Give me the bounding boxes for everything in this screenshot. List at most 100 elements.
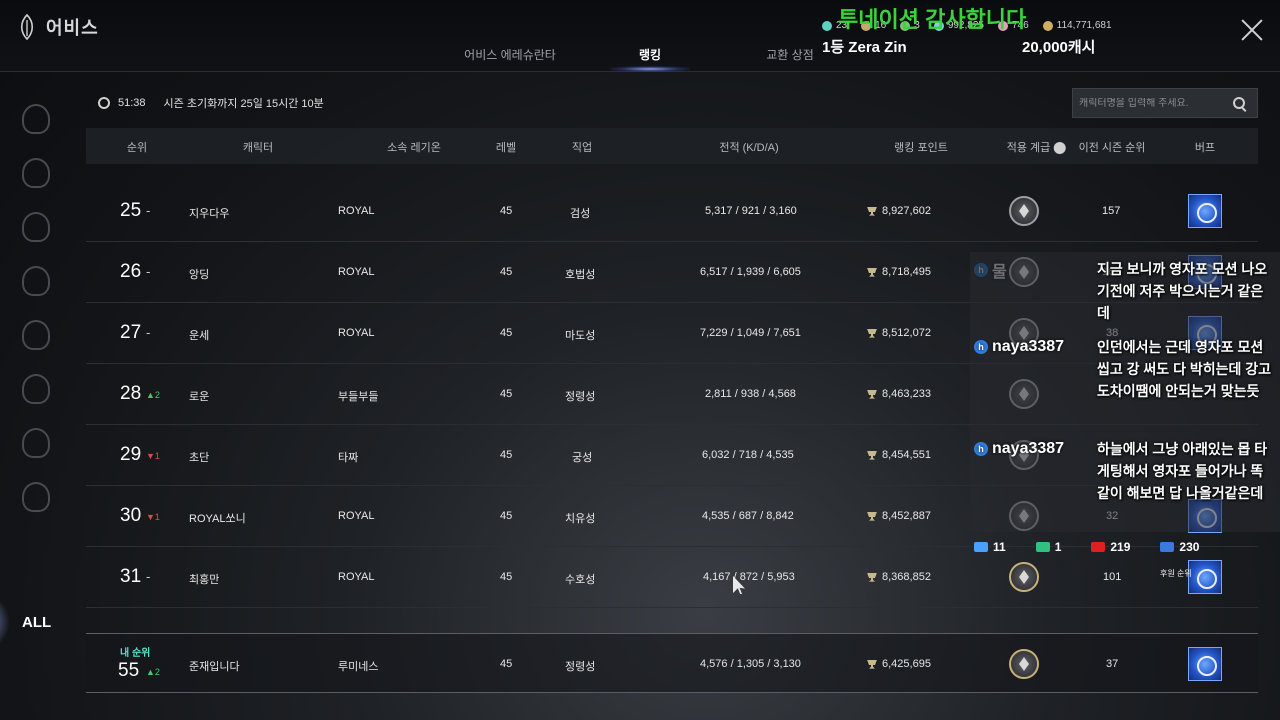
row-legion: ROYAL (338, 205, 375, 217)
row-level: 45 (500, 571, 513, 583)
row-name: 지우다우 (189, 208, 230, 220)
sidebar-category-3-icon[interactable] (22, 212, 50, 242)
my-rank-label: 내 순위 (120, 648, 151, 659)
tier-badge-icon (1009, 649, 1039, 679)
row-rank-change: ▼1 (146, 512, 160, 522)
abyss-logo-icon (20, 14, 34, 40)
row-level: 45 (500, 327, 513, 339)
tier-badge-icon (1009, 562, 1039, 592)
tab-ranking[interactable]: 랭킹 (580, 46, 720, 72)
infinity-icon (974, 542, 988, 552)
row-name: 운세 (189, 330, 210, 342)
col-buff: 버프 (1194, 142, 1216, 154)
trophy-icon (867, 511, 877, 521)
col-level: 레벨 (495, 142, 517, 154)
col-legion: 소속 레기온 (387, 142, 441, 154)
my-kda: 4,576 / 1,305 / 3,130 (700, 658, 801, 670)
row-rank-change: - (146, 264, 151, 279)
row-rank: 25 (120, 200, 142, 221)
sidebar-category-1-icon[interactable] (22, 104, 50, 134)
my-points: 6,425,695 (867, 658, 931, 670)
row-rank: 30 (120, 505, 142, 526)
row-rank-change: ▲2 (146, 390, 160, 400)
my-rank-change: ▲2 (146, 667, 160, 677)
table-row[interactable]: 25 - 지우다우 ROYAL 45 검성 5,317 / 921 / 3,16… (86, 181, 1258, 242)
row-kda: 6,032 / 718 / 4,535 (702, 449, 794, 461)
tier-badge-icon (1009, 196, 1039, 226)
col-prev-rank: 이전 시즌 순위 (1078, 142, 1146, 154)
row-name: ROYAL쏘니 (189, 513, 246, 525)
row-points: 8,454,551 (867, 449, 931, 461)
sidebar-category-4-icon[interactable] (22, 266, 50, 296)
trophy-icon (867, 572, 877, 582)
season-reset-text: 시즌 초기화까지 25일 15시간 10분 (163, 98, 324, 110)
row-rank-change: - (146, 203, 151, 218)
col-rank: 순위 (126, 142, 148, 154)
stat-z: 1 (1035, 540, 1061, 554)
row-legion: ROYAL (338, 266, 375, 278)
season-timer: 51:38 (118, 97, 146, 109)
col-tier: 적용 계급 (1007, 139, 1066, 155)
main-tabs: 어비스 에레슈란타 랭킹 교환 상점 (440, 46, 860, 72)
sidebar-item-all[interactable]: ALL (22, 614, 51, 631)
tab-abyss-ereshuranta[interactable]: 어비스 에레슈란타 (440, 46, 580, 63)
row-kda: 4,167 / 872 / 5,953 (703, 571, 795, 583)
chat-message: 하늘에서 그냥 아래있는 몹 타게팅해서 영자포 들어가나 똑같이 해보면 답 … (1097, 441, 1268, 501)
sidebar-category-2-icon[interactable] (22, 158, 50, 188)
row-legion: ROYAL (338, 510, 375, 522)
gem-icon (822, 20, 832, 31)
trophy-icon (867, 389, 877, 399)
app-title: 어비스 (46, 18, 99, 38)
row-class: 수호성 (565, 574, 596, 586)
my-legion: 루미네스 (338, 661, 379, 673)
row-rank-change: - (146, 569, 151, 584)
trophy-icon (867, 206, 877, 216)
trophy-icon (867, 659, 877, 669)
row-legion: ROYAL (338, 571, 375, 583)
app-logo: 어비스 (16, 14, 99, 40)
buff-icon[interactable] (1188, 194, 1222, 228)
search-input[interactable] (1073, 97, 1233, 109)
row-points: 8,718,495 (867, 266, 931, 278)
live-icon (1160, 542, 1175, 552)
my-name: 준재입니다 (189, 661, 240, 673)
table-row[interactable]: 31 - 최홍만 ROYAL 45 수호성 4,167 / 872 / 5,95… (86, 547, 1258, 608)
sidebar-category-5-icon[interactable] (22, 320, 50, 350)
row-name: 초단 (189, 452, 210, 464)
stream-donation-text: 투네이션 감사합니다 (838, 7, 1027, 32)
buff-icon[interactable] (1188, 560, 1222, 594)
row-level: 45 (500, 449, 513, 461)
row-class: 치유성 (565, 513, 596, 525)
my-class: 정령성 (565, 661, 596, 673)
sidebar-category-7-icon[interactable] (22, 428, 50, 458)
stat-infinity: 11 (974, 540, 1006, 554)
sidebar-category-8-icon[interactable] (22, 482, 50, 512)
stream-cash-label: 20,000캐시 (1022, 39, 1096, 56)
row-class: 호법성 (565, 269, 596, 281)
season-bar: 51:38 시즌 초기화까지 25일 15시간 10분 (86, 88, 1258, 118)
stream-stats: 11 1 219 230 (974, 540, 1229, 554)
my-rank-row[interactable]: 내 순위 55 ▲2 준재입니다 루미네스 45 정령성 4,576 / 1,3… (86, 633, 1258, 693)
row-kda: 5,317 / 921 / 3,160 (705, 205, 797, 217)
z-icon (1035, 542, 1050, 552)
row-prev-rank: 101 (1103, 571, 1122, 583)
row-name: 최홍만 (189, 574, 220, 586)
row-rank: 28 (120, 383, 142, 404)
col-class: 직업 (571, 142, 593, 154)
close-button[interactable] (1240, 18, 1264, 42)
trophy-icon (867, 267, 877, 277)
buff-icon[interactable] (1188, 647, 1222, 681)
row-level: 45 (500, 266, 513, 278)
character-search (1072, 88, 1258, 118)
row-rank: 26 (120, 261, 142, 282)
stat-youtube: 219 (1091, 540, 1130, 554)
row-points: 8,368,852 (867, 571, 931, 583)
row-name: 앙딩 (189, 269, 210, 281)
row-level: 45 (500, 510, 513, 522)
row-rank-change: ▼1 (146, 451, 160, 461)
sidebar-category-6-icon[interactable] (22, 374, 50, 404)
search-icon[interactable] (1233, 97, 1245, 109)
chat-username: h naya3387 (974, 440, 1064, 458)
tier-info-icon[interactable] (1053, 142, 1066, 155)
row-kda: 2,811 / 938 / 4,568 (705, 388, 796, 400)
